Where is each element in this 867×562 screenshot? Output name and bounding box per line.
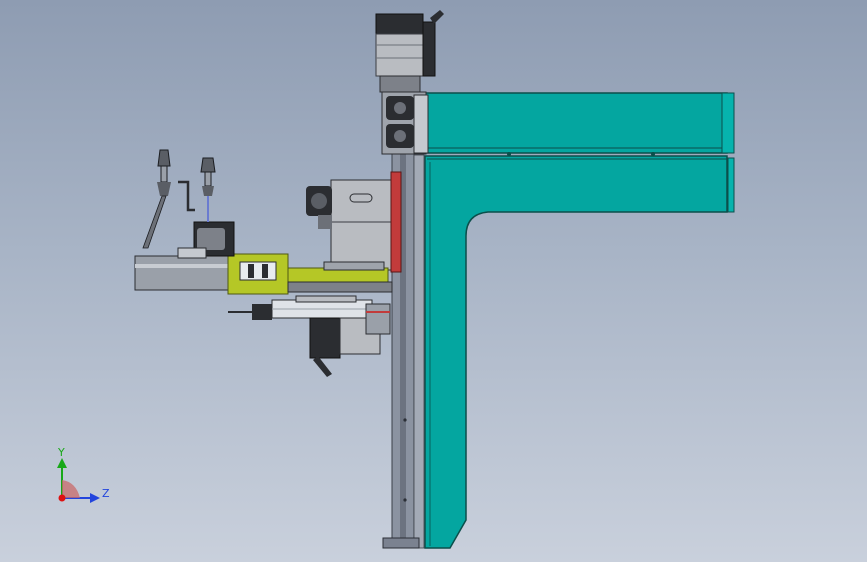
xy-plane-marker [62,480,80,498]
column-and-lower-beam [424,155,728,549]
upper-beam-endcap [721,92,735,154]
gripper-left [142,149,171,249]
carriage-block [306,171,402,273]
gearbox-stack [381,91,429,155]
top-servo-motor [375,10,444,93]
lower-cylinder [228,295,373,320]
x-axis-origin-icon [58,494,66,502]
gripper-right [200,157,216,222]
orientation-triad: Y Z [57,446,110,503]
arm-motor [177,221,235,259]
z-axis-label: Z [102,487,110,500]
upper-beam [424,92,728,154]
cad-viewport[interactable]: Y Z [0,0,867,562]
gantry-frame [419,92,735,549]
z-axis-arrow-icon [90,493,100,503]
y-axis-arrow-icon [57,458,67,468]
y-axis-label: Y [57,446,65,459]
hook-bar [178,180,195,212]
